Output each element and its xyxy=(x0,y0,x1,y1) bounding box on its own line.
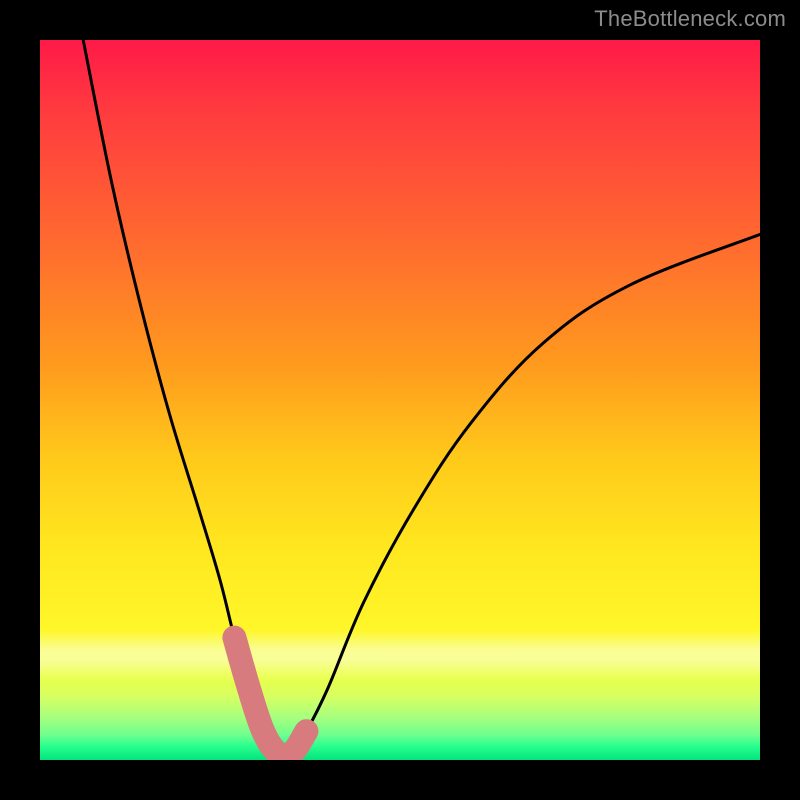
chart-frame: TheBottleneck.com xyxy=(0,0,800,800)
curve-layer xyxy=(40,40,760,760)
highlight-dot xyxy=(225,636,243,654)
plot-area xyxy=(40,40,760,760)
bottleneck-curve xyxy=(83,40,760,756)
watermark-text: TheBottleneck.com xyxy=(594,6,786,32)
highlight-range xyxy=(234,638,306,756)
